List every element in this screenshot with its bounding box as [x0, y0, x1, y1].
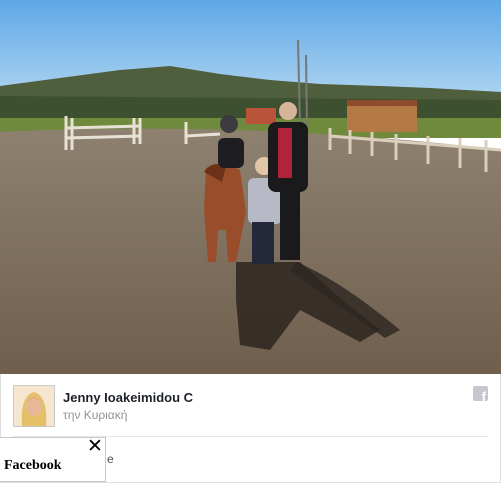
post-photo[interactable] [0, 0, 501, 374]
popup-title: Facebook [4, 458, 62, 473]
close-icon[interactable]: ✕ [87, 437, 103, 456]
facebook-popup: ✕ Facebook [0, 437, 106, 482]
post-author[interactable]: Jenny Ioakeimidou C [63, 390, 193, 405]
avatar[interactable] [13, 385, 55, 427]
post-time[interactable]: την Κυριακή [63, 408, 127, 422]
truncated-link-text[interactable]: e [107, 452, 114, 466]
facebook-icon[interactable]: f [473, 386, 488, 401]
